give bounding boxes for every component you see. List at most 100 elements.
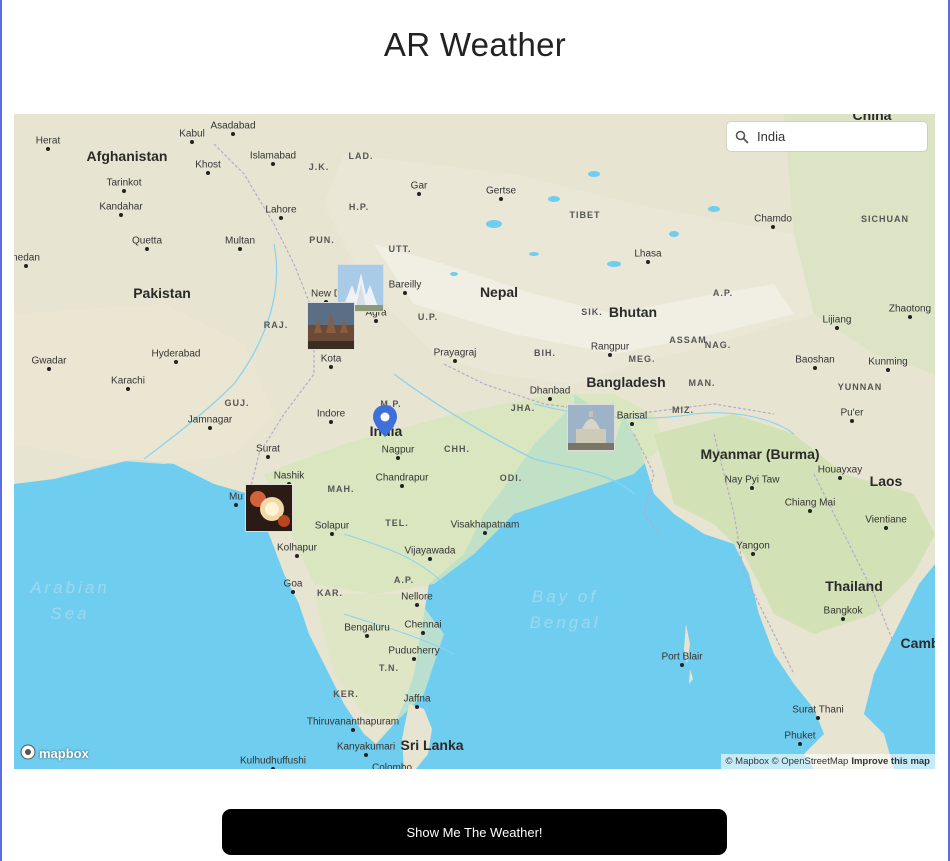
city-label: Bengaluru xyxy=(344,622,390,634)
sea-label: Arabian Sea xyxy=(30,578,110,623)
city-dot-icon xyxy=(835,326,839,330)
city-dot-icon xyxy=(238,247,242,251)
location-pin-icon[interactable] xyxy=(373,405,397,437)
city-dot-icon xyxy=(364,753,368,757)
country-label: Sri Lanka xyxy=(400,737,464,753)
city-dot-icon xyxy=(417,192,421,196)
city-dot-icon xyxy=(46,147,50,151)
city-dot-icon xyxy=(351,728,355,732)
map-view[interactable]: Herat Kabul Asadabad Khost Islamabad Tarinkot… xyxy=(14,114,935,769)
city-label: Nay Pyi Taw xyxy=(724,474,780,486)
city-label: Colombo xyxy=(371,762,413,770)
city-dot-icon xyxy=(330,532,334,536)
state-label: KAR. xyxy=(317,588,343,598)
city-label: Karachi xyxy=(111,375,145,387)
state-label: NAG. xyxy=(704,340,732,350)
state-label: MEG. xyxy=(628,354,656,364)
city-dot-icon xyxy=(608,353,612,357)
city-dot-icon xyxy=(886,368,890,372)
city-label: Kandahar xyxy=(99,201,143,213)
city-dot-icon xyxy=(126,387,130,391)
city-label: Yangon xyxy=(736,540,770,552)
state-label: J.K. xyxy=(308,162,330,172)
mapbox-logo-icon xyxy=(20,744,36,763)
city-dot-icon xyxy=(646,260,650,264)
country-label: Myanmar (Burma) xyxy=(700,446,820,462)
city-dot-icon xyxy=(24,264,28,268)
city-dot-icon xyxy=(838,476,842,480)
state-label: LAD. xyxy=(348,151,374,161)
state-label: GUJ. xyxy=(224,398,250,408)
city-dot-icon xyxy=(412,657,416,661)
city-label: Asadabad xyxy=(210,120,256,132)
city-label: Nashik xyxy=(273,470,305,482)
city-dot-icon xyxy=(374,319,378,323)
search-input[interactable] xyxy=(757,129,917,144)
city-label: Jamnagar xyxy=(187,414,233,426)
city-dot-icon xyxy=(47,367,51,371)
state-label: BIH. xyxy=(534,348,556,358)
city-label: Rangpur xyxy=(590,341,630,353)
city-dot-icon xyxy=(483,531,487,535)
city-label: Lijiang xyxy=(822,314,852,326)
city-dot-icon xyxy=(365,634,369,638)
city-dot-icon xyxy=(279,216,283,220)
city-label: Gar xyxy=(410,180,428,192)
cathedral-thumbnail[interactable] xyxy=(567,404,615,451)
map-base-layer xyxy=(14,114,935,769)
state-label: ODI. xyxy=(499,473,523,483)
state-label: TIBET xyxy=(569,210,601,220)
city-label: Zhaotong xyxy=(888,303,932,315)
page-title: AR Weather xyxy=(383,26,567,63)
city-label: Baoshan xyxy=(795,354,835,366)
city-dot-icon xyxy=(329,420,333,424)
state-label: UTT. xyxy=(388,244,412,254)
city-dot-icon xyxy=(234,503,238,507)
state-label: RAJ. xyxy=(263,320,289,330)
state-label: MAH. xyxy=(327,484,355,494)
country-label: Bhutan xyxy=(608,304,658,320)
city-dot-icon xyxy=(415,705,419,709)
country-label: Pakistan xyxy=(133,285,191,301)
fort-thumbnail[interactable] xyxy=(307,302,355,350)
city-dot-icon xyxy=(190,140,194,144)
attribution-text[interactable]: © Mapbox © OpenStreetMap xyxy=(726,756,849,767)
city-dot-icon xyxy=(400,484,404,488)
map-search-box[interactable] xyxy=(727,122,927,151)
city-label: Chiang Mai xyxy=(784,497,836,509)
city-label: Pu'er xyxy=(840,407,864,419)
city-dot-icon xyxy=(122,189,126,193)
city-dot-icon xyxy=(908,315,912,319)
mapbox-logo[interactable]: mapbox xyxy=(20,744,89,763)
city-dot-icon xyxy=(680,663,684,667)
lantern-thumbnail[interactable] xyxy=(245,484,293,532)
city-label: Bareilly xyxy=(388,279,422,291)
city-label: Mu xyxy=(229,491,243,503)
city-label: Tarinkot xyxy=(106,177,142,189)
city-label: Khost xyxy=(195,159,221,171)
city-label: Puducherry xyxy=(388,645,440,657)
city-label: nedan xyxy=(14,252,40,264)
city-label: Gwadar xyxy=(31,355,67,367)
city-label: Chennai xyxy=(404,619,442,631)
city-label: Bangkok xyxy=(823,605,863,617)
city-label: Surat xyxy=(256,443,280,455)
city-dot-icon xyxy=(771,225,775,229)
city-label: Houayxay xyxy=(817,464,863,476)
city-label: Goa xyxy=(283,578,303,590)
improve-map-link[interactable]: Improve this map xyxy=(851,756,930,767)
city-label: Multan xyxy=(224,235,256,247)
city-label: Lhasa xyxy=(634,248,662,260)
city-label: Prayagraj xyxy=(433,347,477,359)
show-weather-button[interactable]: Show Me The Weather! xyxy=(222,809,727,855)
city-label: Kabul xyxy=(179,128,205,140)
city-label: Surat Thani xyxy=(792,704,844,716)
city-dot-icon xyxy=(850,419,854,423)
country-label: Nepal xyxy=(479,284,519,300)
state-label: JHA. xyxy=(510,403,536,413)
city-dot-icon xyxy=(548,397,552,401)
country-label: Thailand xyxy=(825,578,883,594)
city-dot-icon xyxy=(750,486,754,490)
state-label: T.N. xyxy=(378,663,400,673)
country-label: Bangladesh xyxy=(586,374,666,390)
